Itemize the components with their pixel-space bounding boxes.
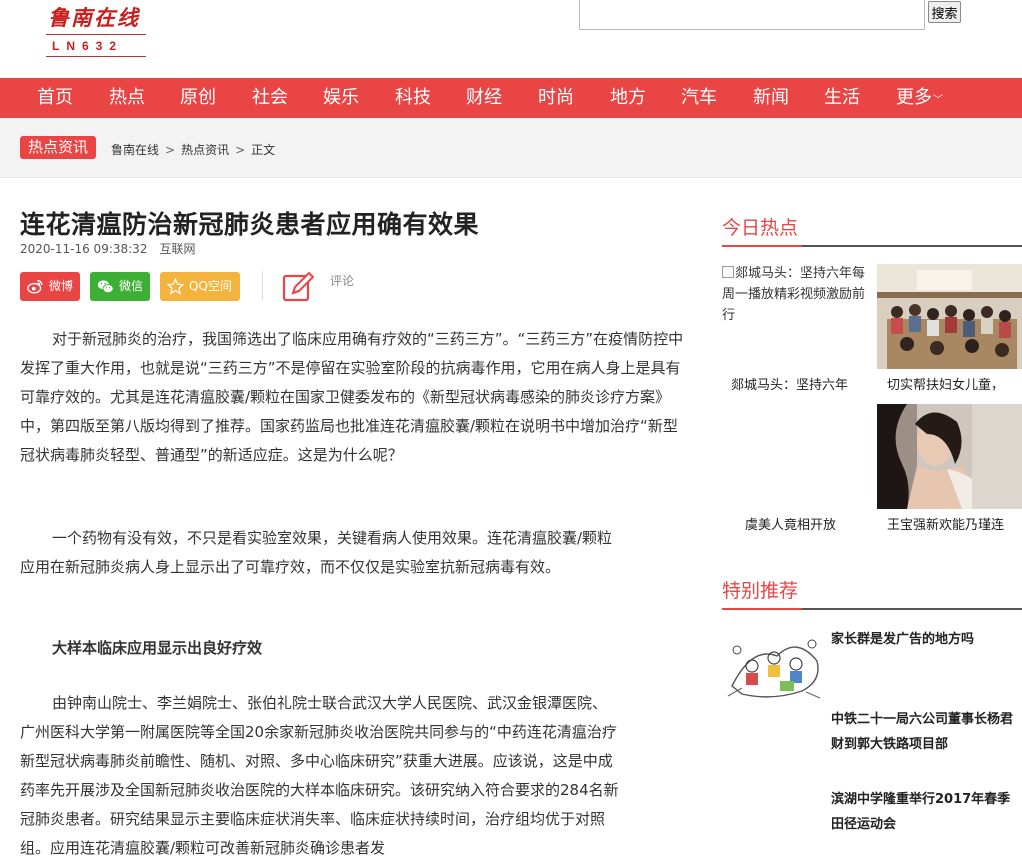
share-qzone-label: QQ空间 xyxy=(189,279,232,293)
nav-item-fashion[interactable]: 时尚 xyxy=(538,78,574,118)
recommend-item[interactable]: 家长群是发广告的地方吗 xyxy=(831,627,1022,652)
main-nav: 首页 热点 原创 社会 娱乐 科技 财经 时尚 地方 汽车 新闻 生活 更多﹀ xyxy=(0,78,1022,118)
article-paragraph: 一个药物有没有效，不只是看实验室效果，关键看病人使用效果。连花清瘟胶囊/颗粒应用… xyxy=(20,529,613,576)
nav-item-hot[interactable]: 热点 xyxy=(109,78,145,118)
nav-more-label: 更多 xyxy=(896,87,932,108)
recommend-thumbnail-cartoon[interactable] xyxy=(722,626,826,704)
logo-text-en: LN632 xyxy=(52,39,124,53)
broken-image-icon xyxy=(722,266,734,278)
special-recommend-heading: 特别推荐 xyxy=(722,576,1022,610)
share-wechat-button[interactable]: 微信 xyxy=(90,272,150,301)
breadcrumb-bar: 热点资讯 鲁南在线 > 热点资讯 > 正文 xyxy=(0,118,1022,178)
recommend-item[interactable]: 滨湖中学隆重举行2017年春季田径运动会 xyxy=(831,787,1022,837)
nav-item-local[interactable]: 地方 xyxy=(610,78,646,118)
chevron-down-icon: ﹀ xyxy=(933,95,943,106)
breadcrumb-sep: > xyxy=(235,143,246,157)
site-logo[interactable]: 鲁南在线 LN632 xyxy=(42,2,150,58)
breadcrumb-sep: > xyxy=(165,143,176,157)
comment-link[interactable]: 评论 xyxy=(330,272,354,289)
nav-item-home[interactable]: 首页 xyxy=(37,78,73,118)
breadcrumb: 鲁南在线 > 热点资讯 > 正文 xyxy=(111,141,279,158)
breadcrumb-current: 正文 xyxy=(251,143,276,157)
nav-item-entertainment[interactable]: 娱乐 xyxy=(323,78,359,118)
share-weibo-label: 微博 xyxy=(49,279,74,293)
article-meta: 2020-11-16 09:38:32 互联网 xyxy=(20,240,195,257)
nav-item-auto[interactable]: 汽车 xyxy=(681,78,717,118)
article-paragraph: 对于新冠肺炎的治疗，我国筛选出了临床应用确有疗效的“三药三方”。“三药三方”在疫… xyxy=(20,330,684,464)
hot-today-heading: 今日热点 xyxy=(722,213,1022,247)
article-date: 2020-11-16 09:38:32 xyxy=(20,242,148,256)
article-source: 互联网 xyxy=(159,242,196,256)
hot-item-caption[interactable]: 虞美人竟相开放 xyxy=(745,514,865,533)
hot-item-caption[interactable]: 郯城马头：坚持六年 xyxy=(731,374,867,393)
hot-item-thumbnail-portrait[interactable] xyxy=(877,404,1022,509)
nav-item-more[interactable]: 更多﹀ xyxy=(896,78,943,118)
logo-divider xyxy=(46,56,146,57)
logo-divider xyxy=(46,34,146,35)
nav-item-finance[interactable]: 财经 xyxy=(466,78,502,118)
share-weibo-button[interactable]: 微博 xyxy=(20,272,80,301)
hot-item-caption[interactable]: 切实帮扶妇女儿童， xyxy=(887,374,1022,393)
breadcrumb-section[interactable]: 热点资讯 xyxy=(181,143,229,157)
share-qzone-button[interactable]: QQ空间 xyxy=(160,272,240,301)
article-paragraph: 由钟南山院士、李兰娟院士、张伯礼院士联合武汉大学人民医院、武汉金银潭医院、广州医… xyxy=(20,694,619,857)
search-input[interactable] xyxy=(579,0,925,30)
edit-comment-icon[interactable] xyxy=(282,271,314,303)
section-badge[interactable]: 热点资讯 xyxy=(20,136,97,159)
hot-item-caption[interactable]: 王宝强新欢能乃瑾连 xyxy=(887,514,1022,533)
hot-item-image-alt: 郯城马头：坚持六年每周一播放精彩视频激励前行 xyxy=(722,266,866,323)
nav-item-news[interactable]: 新闻 xyxy=(753,78,789,118)
nav-item-tech[interactable]: 科技 xyxy=(395,78,431,118)
share-divider xyxy=(262,271,263,301)
article-title: 连花清瘟防治新冠肺炎患者应用确有效果 xyxy=(20,210,480,239)
breadcrumb-home[interactable]: 鲁南在线 xyxy=(111,143,159,157)
recommend-item[interactable]: 中铁二十一局六公司董事长杨君财到郭大铁路项目部 xyxy=(831,707,1022,757)
logo-text-cn: 鲁南在线 xyxy=(48,5,140,30)
hot-item-thumbnail-meeting[interactable] xyxy=(877,264,1022,369)
nav-item-original[interactable]: 原创 xyxy=(180,78,216,118)
nav-item-life[interactable]: 生活 xyxy=(824,78,860,118)
weibo-icon xyxy=(27,279,43,294)
article-subheading: 大样本临床应用显示出良好疗效 xyxy=(52,639,263,657)
share-wechat-label: 微信 xyxy=(119,279,144,293)
wechat-icon xyxy=(97,280,114,294)
nav-item-society[interactable]: 社会 xyxy=(252,78,288,118)
hot-item-broken-image[interactable]: 郯城马头：坚持六年每周一播放精彩视频激励前行 xyxy=(722,263,868,326)
search-button[interactable]: 搜索 xyxy=(928,1,961,23)
star-icon xyxy=(167,278,184,295)
